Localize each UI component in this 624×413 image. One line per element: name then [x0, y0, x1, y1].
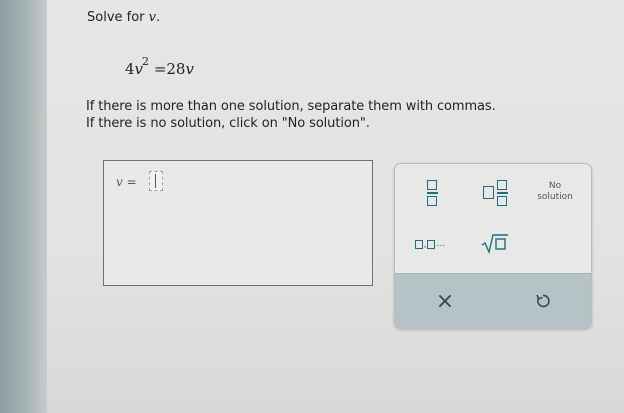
problem-prompt: Solve for v. [87, 10, 160, 25]
left-sidebar [0, 0, 47, 413]
equation: 4v2 =28v [125, 55, 194, 78]
instructions-line-1: If there is more than one solution, sepa… [86, 99, 496, 114]
list-button[interactable]: ,... [405, 232, 455, 256]
list-dots: ... [436, 239, 446, 249]
fraction-button[interactable] [417, 178, 447, 208]
equation-coef-left: 4 [125, 60, 135, 78]
equation-exponent: 2 [142, 55, 150, 68]
undo-button[interactable] [523, 285, 563, 317]
answer-input[interactable] [149, 171, 163, 191]
answer-label: v = [116, 175, 137, 189]
list-icon: ,... [414, 239, 446, 250]
prompt-variable: v [148, 10, 157, 25]
keypad-action-bar: × [395, 273, 591, 328]
mixed-number-button[interactable] [475, 178, 515, 208]
no-solution-line-1: No [548, 181, 562, 191]
no-solution-line-2: solution [537, 192, 573, 202]
prompt-prefix: Solve for [87, 10, 149, 25]
mixed-number-icon [482, 180, 508, 206]
equation-equals: = [153, 60, 167, 78]
answer-label-variable: v [116, 175, 123, 189]
square-root-button[interactable] [475, 230, 515, 256]
equation-var-right: v [185, 60, 194, 78]
clear-icon: × [435, 288, 455, 314]
undo-icon [536, 294, 550, 308]
math-keypad: No solution ,... × [394, 163, 592, 329]
instructions-line-2: If there is no solution, click on "No so… [86, 116, 370, 131]
clear-button[interactable]: × [425, 285, 465, 317]
fraction-icon [426, 180, 438, 206]
answer-label-equals: = [122, 175, 137, 189]
prompt-suffix: . [156, 10, 161, 25]
square-root-icon [481, 232, 509, 254]
answer-area[interactable]: v = [103, 160, 373, 286]
instructions: If there is more than one solution, sepa… [86, 98, 496, 132]
equation-coef-right: 28 [166, 60, 186, 78]
no-solution-button[interactable]: No solution [525, 177, 585, 207]
